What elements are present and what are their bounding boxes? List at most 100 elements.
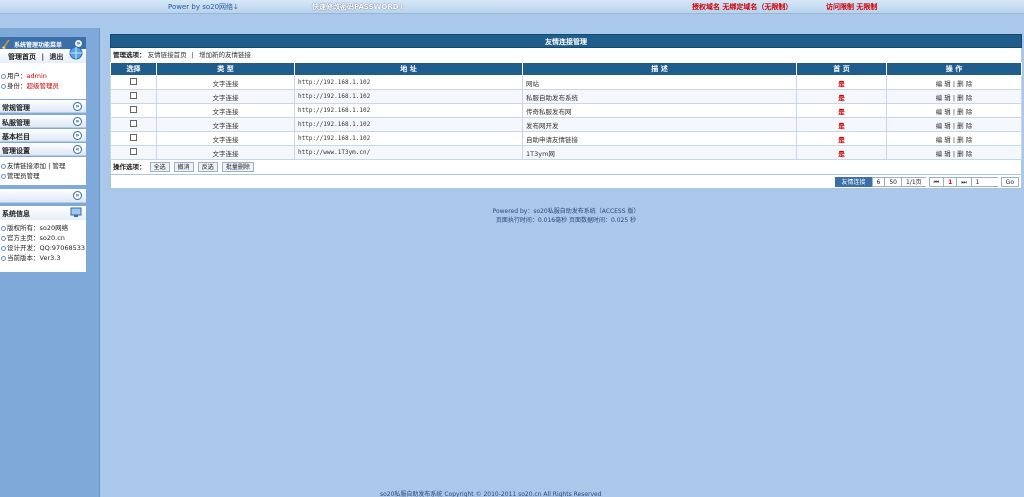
row-home: 是: [796, 89, 887, 104]
sysinfo-copyright: 版权所有：so20网络: [0, 223, 86, 233]
pager-per-page: 50: [884, 177, 902, 187]
edit-link[interactable]: 编 辑: [936, 122, 951, 130]
cancel-select-button[interactable]: 撤消: [173, 162, 194, 172]
add-friend-link-link[interactable]: 增加新的友情链接: [199, 51, 251, 59]
sidebar-section-servers[interactable]: 私服管理 »: [0, 115, 86, 128]
row-select-cell: [110, 75, 157, 90]
sidebar: 系统管理功能菜单 » 管理首页 | 退出 用户：admin 身份：超级管理员 常…: [0, 28, 100, 497]
admin-panel: 系统管理功能菜单 » 管理首页 | 退出 用户：admin 身份：超级管理员: [0, 37, 86, 99]
row-url: http://192.168.1.102: [294, 131, 523, 146]
row-url: http://192.168.1.102: [294, 117, 523, 132]
select-all-button[interactable]: 全选: [149, 162, 170, 172]
row-select-cell: [110, 145, 157, 160]
delete-link[interactable]: 删 除: [957, 136, 972, 144]
delete-link[interactable]: 删 除: [957, 122, 972, 130]
delete-link[interactable]: 删 除: [957, 108, 972, 116]
sysinfo-panel: 系统信息 版权所有：so20网络 官方主页：so20.cn 设计开发：QQ:97…: [0, 206, 86, 272]
row-desc: 发布网开发: [522, 117, 797, 132]
delete-link[interactable]: 删 除: [957, 80, 972, 88]
col-desc: 描 述: [522, 62, 797, 76]
go-button[interactable]: Go: [1000, 177, 1019, 187]
table-row: 文字连接 http://192.168.1.102 发布网开发是编 辑 | 删 除: [110, 117, 1022, 132]
row-type: 文字连接: [156, 131, 295, 146]
edit-link[interactable]: 编 辑: [936, 80, 951, 88]
nav-logout-link[interactable]: 退出: [49, 53, 63, 61]
row-home: 是: [796, 103, 887, 118]
settings-submenu: 友情链接添加 | 管理 管理员管理: [0, 157, 86, 185]
copyright: so20私服自助发布系统 Copyright © 2010-2011 so20.…: [380, 491, 602, 497]
row-checkbox[interactable]: [130, 120, 137, 127]
powered-by: Powered by：so20私服自助发布系统（ACCESS 版）: [492, 208, 640, 215]
col-select: 选择: [110, 62, 157, 76]
sidebar-section-columns[interactable]: 基本栏目 »: [0, 129, 86, 142]
row-desc: 私服自助发布系统: [522, 89, 797, 104]
edit-link[interactable]: 编 辑: [936, 108, 951, 116]
edit-link[interactable]: 编 辑: [936, 150, 951, 158]
row-checkbox[interactable]: [130, 148, 137, 155]
row-url: http://192.168.1.102: [294, 103, 523, 118]
broom-icon: [2, 39, 10, 49]
sysinfo-homepage: 官方主页：so20.cn: [0, 233, 86, 243]
change-password-link[interactable]: 快速修改密码PASSWORD↓: [312, 2, 404, 12]
sidebar-header-title: 系统管理功能菜单: [14, 42, 63, 49]
row-checkbox[interactable]: [130, 78, 137, 85]
expand-icon[interactable]: »: [73, 102, 82, 111]
sidebar-section-settings[interactable]: 管理设置 «: [0, 143, 86, 156]
page-footer: Powered by：so20私服自助发布系统（ACCESS 版） 页面执行时间…: [110, 207, 1022, 225]
sysinfo-developer: 设计开发：QQ:97068533: [0, 243, 86, 253]
bulk-actions-bar: 操作选项： 全选 撤消 反选 批量删除: [110, 160, 1022, 175]
domain-status: 授权域名 无绑定域名（无限制）: [692, 3, 793, 11]
sidebar-section-general[interactable]: 常规管理 »: [0, 100, 86, 113]
row-type: 文字连接: [156, 117, 295, 132]
expand-icon[interactable]: »: [73, 117, 82, 126]
edit-link[interactable]: 编 辑: [936, 94, 951, 102]
pager-total: 6: [871, 177, 886, 187]
row-url: http://192.168.1.102: [294, 75, 523, 90]
col-url: 地 址: [294, 62, 523, 76]
row-actions: 编 辑 | 删 除: [886, 117, 1022, 132]
row-url: http://www.1T3ym.cn/: [294, 145, 523, 160]
row-desc: 自助申请友情链接: [522, 131, 797, 146]
nav-home-link[interactable]: 管理首页: [8, 53, 36, 61]
expand-icon[interactable]: »: [73, 131, 82, 140]
row-actions: 编 辑 | 删 除: [886, 103, 1022, 118]
batch-delete-button[interactable]: 批量删除: [221, 162, 254, 172]
submenu-friend-links[interactable]: 友情链接添加 | 管理: [0, 161, 86, 171]
row-home: 是: [796, 131, 887, 146]
pager-page-info: 1/1页: [901, 177, 927, 187]
table-row: 文字连接 http://192.168.1.102 自助申请友情链接是编 辑 | 删…: [110, 131, 1022, 146]
power-by-link[interactable]: Power by so20网络↓: [168, 2, 239, 12]
col-type: 类 型: [156, 62, 295, 76]
table-row: 文字连接 http://192.168.1.102 网站是编 辑 | 删 除: [110, 75, 1022, 90]
row-desc: 传奇私服发布网: [522, 103, 797, 118]
pagination: 友情连接 6 50 1/1页 ⏮ 1 ⏭ 1 Go: [834, 177, 1019, 187]
friend-links-home-link[interactable]: 友情链接首页: [148, 51, 187, 59]
delete-link[interactable]: 删 除: [957, 94, 972, 102]
row-home: 是: [796, 75, 887, 90]
submenu-admin-manage[interactable]: 管理员管理: [0, 171, 86, 181]
last-page-icon[interactable]: ⏭: [956, 177, 972, 187]
sidebar-collapsed-bar[interactable]: »: [0, 189, 86, 203]
table-row: 文字连接 http://192.168.1.102 私服自助发布系统是编 辑 | 删…: [110, 89, 1022, 104]
sysinfo-header: 系统信息: [0, 206, 86, 220]
first-page-icon[interactable]: ⏮: [928, 177, 945, 187]
row-type: 文字连接: [156, 145, 295, 160]
table-row: 文字连接 http://www.1T3ym.cn/1T3ym网是编 辑 | 删 除: [110, 145, 1022, 160]
expand-icon[interactable]: »: [73, 191, 82, 200]
user-name: admin: [26, 72, 47, 80]
collapse-icon[interactable]: «: [73, 145, 82, 154]
monitor-icon: [70, 207, 82, 217]
row-select-cell: [110, 103, 157, 118]
row-checkbox[interactable]: [130, 106, 137, 113]
table-row: 文字连接 http://192.168.1.102 传奇私服发布网是编 辑 | 删 …: [110, 103, 1022, 118]
row-select-cell: [110, 131, 157, 146]
globe-icon: [69, 46, 83, 60]
page-input[interactable]: 1: [970, 177, 999, 187]
delete-link[interactable]: 删 除: [957, 150, 972, 158]
edit-link[interactable]: 编 辑: [936, 136, 951, 144]
row-checkbox[interactable]: [130, 92, 137, 99]
row-checkbox[interactable]: [130, 134, 137, 141]
invert-select-button[interactable]: 反选: [197, 162, 218, 172]
pager-title: 友情连接: [834, 177, 873, 187]
row-type: 文字连接: [156, 103, 295, 118]
